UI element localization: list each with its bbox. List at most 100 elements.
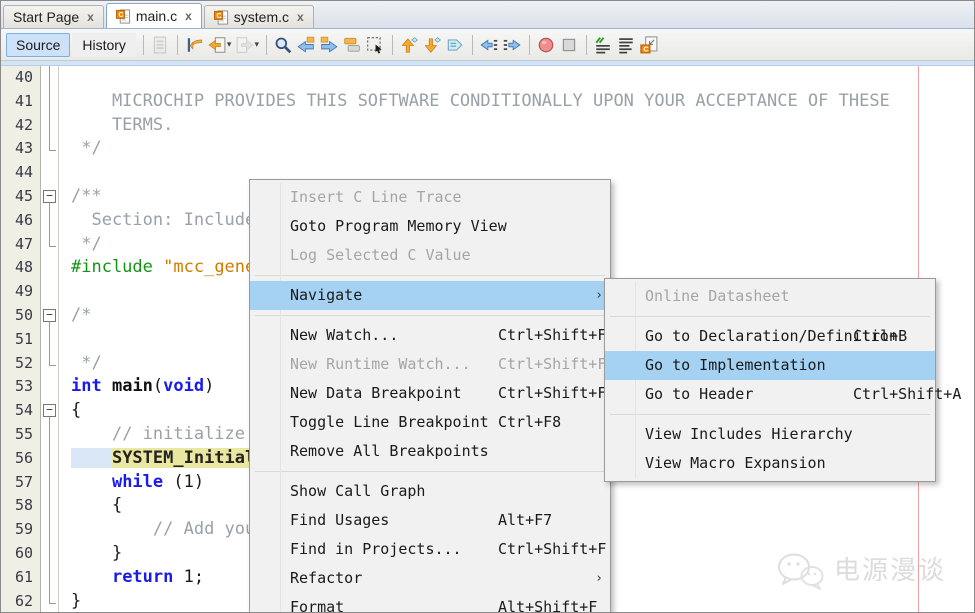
macro-expansion-icon[interactable]: C <box>638 33 661 56</box>
fold-toggle[interactable]: − <box>41 399 59 423</box>
shift-right-icon[interactable] <box>501 33 524 56</box>
watermark-text: 电源漫谈 <box>834 560 946 584</box>
line-number[interactable]: 47 <box>1 233 41 257</box>
menu-item-label: New Runtime Watch... <box>290 353 471 377</box>
source-view-button[interactable]: Source <box>6 33 70 57</box>
fold-margin <box>41 590 59 613</box>
find-previous-icon[interactable] <box>295 33 318 56</box>
editor-toolbar: Source History ▾▾C <box>1 29 974 61</box>
collapse-icon[interactable]: − <box>43 404 56 417</box>
line-number[interactable]: 42 <box>1 114 41 138</box>
menu-item-go-to-header[interactable]: Go to HeaderCtrl+Shift+A <box>605 380 935 409</box>
rectangular-selection-icon[interactable] <box>364 33 387 56</box>
record-macro-icon[interactable] <box>535 33 558 56</box>
back-icon[interactable] <box>206 33 229 56</box>
submenu-arrow-icon: › <box>595 567 603 591</box>
line-number[interactable]: 57 <box>1 471 41 495</box>
line-number[interactable]: 52 <box>1 352 41 376</box>
fold-margin <box>41 494 59 518</box>
menu-item-view-macro-expansion[interactable]: View Macro Expansion <box>605 449 935 478</box>
line-number[interactable]: 58 <box>1 494 41 518</box>
history-view-button[interactable]: History <box>72 33 136 57</box>
toggle-bookmark-icon[interactable] <box>444 33 467 56</box>
menu-item-online-datasheet: Online Datasheet <box>605 282 935 311</box>
line-number[interactable]: 44 <box>1 161 41 185</box>
stop-macro-icon[interactable] <box>558 33 581 56</box>
find-selection-icon[interactable] <box>272 33 295 56</box>
line-number[interactable]: 53 <box>1 375 41 399</box>
menu-item-view-includes-hierarchy[interactable]: View Includes Hierarchy <box>605 420 935 449</box>
line-number[interactable]: 46 <box>1 209 41 233</box>
code-editor[interactable]: 4041 MICROCHIP PROVIDES THIS SOFTWARE CO… <box>1 66 974 613</box>
menu-item-toggle-line-breakpoint[interactable]: Toggle Line BreakpointCtrl+F8 <box>250 408 610 437</box>
menu-item-go-to-implementation[interactable]: Go to Implementation <box>605 351 935 380</box>
code-segment: { <box>71 495 122 515</box>
menu-item-new-watch[interactable]: New Watch...Ctrl+Shift+F9 <box>250 321 610 350</box>
last-edit-icon[interactable] <box>183 33 206 56</box>
close-tab-icon[interactable]: x <box>185 9 192 23</box>
line-number[interactable]: 55 <box>1 423 41 447</box>
line-number[interactable]: 51 <box>1 328 41 352</box>
tab-label: system.c <box>234 9 289 25</box>
menu-item-show-call-graph[interactable]: Show Call Graph <box>250 477 610 506</box>
code-text[interactable]: */ <box>59 137 974 161</box>
menu-item-label: Find Usages <box>290 509 389 533</box>
line-number[interactable]: 56 <box>1 447 41 471</box>
code-text[interactable]: TERMS. <box>59 114 974 138</box>
menu-item-refactor[interactable]: Refactor› <box>250 564 610 593</box>
fold-toggle[interactable]: − <box>41 185 59 209</box>
line-number[interactable]: 59 <box>1 518 41 542</box>
code-segment: #include <box>71 257 153 277</box>
close-tab-icon[interactable]: x <box>297 10 304 24</box>
line-number[interactable]: 43 <box>1 137 41 161</box>
menu-item-remove-all-breakpoints[interactable]: Remove All Breakpoints <box>250 437 610 466</box>
line-number[interactable]: 60 <box>1 542 41 566</box>
tab-start-page[interactable]: Start Pagex <box>3 5 104 28</box>
menu-item-navigate[interactable]: Navigate› <box>250 281 610 310</box>
menu-separator <box>610 414 930 415</box>
menu-item-label: Navigate <box>290 284 362 308</box>
toggle-highlight-icon[interactable] <box>341 33 364 56</box>
tab-system-c[interactable]: Csystem.cx <box>204 5 314 28</box>
fold-margin <box>41 447 59 471</box>
shift-left-icon[interactable] <box>478 33 501 56</box>
fold-toggle[interactable]: − <box>41 304 59 328</box>
code-text[interactable]: MICROCHIP PROVIDES THIS SOFTWARE CONDITI… <box>59 90 974 114</box>
close-tab-icon[interactable]: x <box>87 10 94 24</box>
line-number[interactable]: 49 <box>1 280 41 304</box>
comment-icon[interactable] <box>592 33 615 56</box>
line-number[interactable]: 54 <box>1 399 41 423</box>
menu-separator <box>255 275 605 276</box>
code-text[interactable] <box>59 66 974 90</box>
menu-item-format[interactable]: FormatAlt+Shift+F <box>250 593 610 613</box>
menu-item-go-to-declaration-definition[interactable]: Go to Declaration/DefinitionCtrl+B <box>605 322 935 351</box>
menu-item-find-usages[interactable]: Find UsagesAlt+F7 <box>250 506 610 535</box>
line-number[interactable]: 62 <box>1 590 41 613</box>
menu-item-label: Go to Header <box>645 383 753 407</box>
dropdown-arrow-icon[interactable]: ▾ <box>227 39 232 50</box>
menu-item-shortcut: Ctrl+Shift+F <box>498 538 606 562</box>
line-number[interactable]: 41 <box>1 90 41 114</box>
code-segment: TERMS. <box>71 115 173 135</box>
collapse-icon[interactable]: − <box>43 190 56 203</box>
menu-item-goto-program-memory-view[interactable]: Goto Program Memory View <box>250 212 610 241</box>
find-next-icon[interactable] <box>318 33 341 56</box>
tab-main-c[interactable]: Cmain.cx <box>106 3 202 28</box>
line-number[interactable]: 61 <box>1 566 41 590</box>
next-bookmark-icon[interactable] <box>421 33 444 56</box>
menu-item-label: Log Selected C Value <box>290 244 471 268</box>
line-number[interactable]: 45 <box>1 185 41 209</box>
uncomment-icon[interactable] <box>615 33 638 56</box>
collapse-icon[interactable]: − <box>43 309 56 322</box>
line-number[interactable]: 50 <box>1 304 41 328</box>
previous-bookmark-icon[interactable] <box>398 33 421 56</box>
fold-margin <box>41 566 59 590</box>
code-segment: MICROCHIP PROVIDES THIS SOFTWARE CONDITI… <box>71 91 890 111</box>
code-line-42: 42 TERMS. <box>1 114 974 138</box>
line-number[interactable]: 40 <box>1 66 41 90</box>
menu-item-new-data-breakpoint[interactable]: New Data BreakpointCtrl+Shift+F11 <box>250 379 610 408</box>
line-number[interactable]: 48 <box>1 256 41 280</box>
menu-item-label: Find in Projects... <box>290 538 462 562</box>
menu-item-find-in-projects[interactable]: Find in Projects... Ctrl+Shift+F <box>250 535 610 564</box>
menu-separator <box>610 316 930 317</box>
